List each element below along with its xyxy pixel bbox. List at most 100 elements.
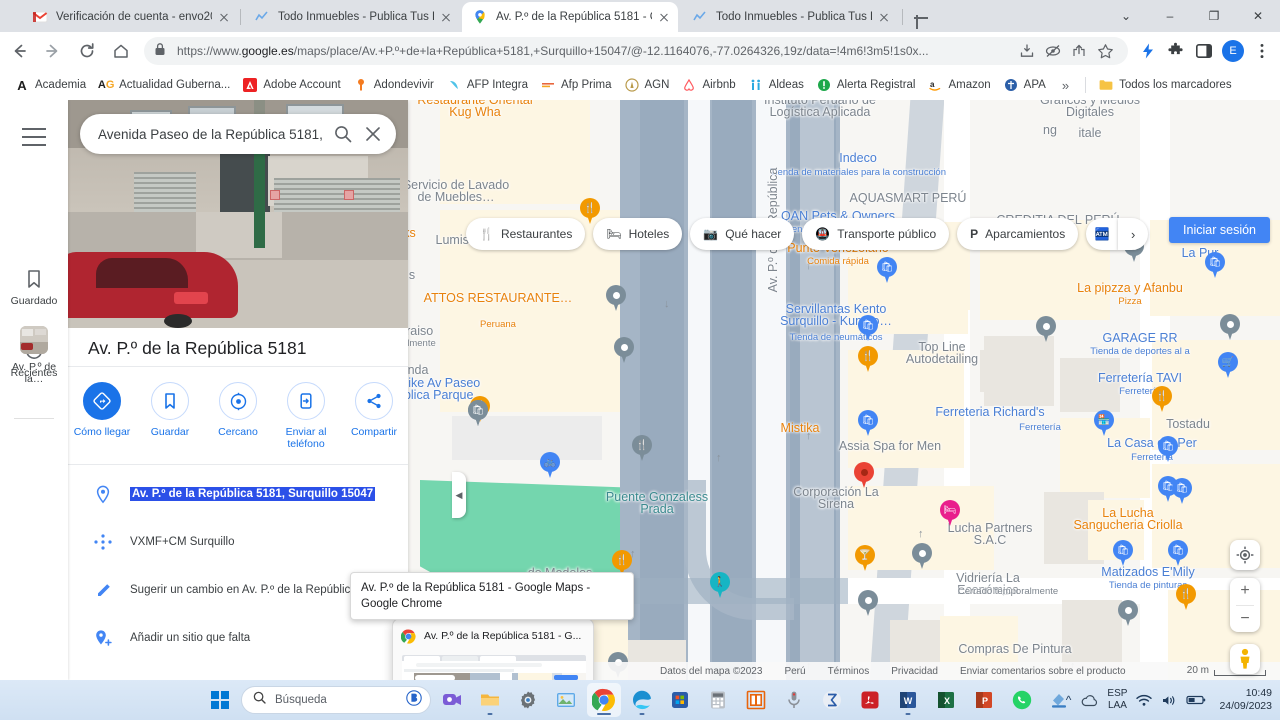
bookmark-adobe[interactable]: Adobe Account [236, 73, 346, 97]
map-pin-creditia[interactable] [1220, 314, 1240, 341]
language-indicator[interactable]: ESP LAA [1107, 688, 1127, 712]
back-button[interactable] [4, 36, 34, 66]
volume-icon[interactable] [1161, 694, 1177, 707]
footer-privacy[interactable]: Privacidad [891, 666, 938, 677]
info-row-add-business[interactable]: Añadir tu empresa [68, 662, 408, 680]
taskbar-item-word[interactable]: W [891, 683, 925, 717]
taskbar-item-math[interactable] [815, 683, 849, 717]
bookmark-agn[interactable]: AGN [618, 73, 676, 97]
map-pin-selected[interactable] [854, 462, 874, 489]
taskbar-item-edge[interactable] [625, 683, 659, 717]
footer-terms[interactable]: Términos [828, 666, 870, 677]
map-pin-ferreteria-blue[interactable]: 🛍 [1172, 478, 1192, 505]
search-input[interactable]: Avenida Paseo de la República 5181, [98, 127, 328, 142]
taskbar-item-whatsapp[interactable] [1005, 683, 1039, 717]
map-pin-hotel-pink[interactable]: 🛏 [940, 500, 960, 527]
install-icon[interactable] [1014, 38, 1040, 64]
map-pin-mistika[interactable]: 🍸 [855, 545, 875, 572]
bing-copilot-icon[interactable] [406, 689, 422, 711]
chip-hoteles[interactable]: 🛏 Hoteles [593, 218, 683, 250]
address-bar[interactable]: https://www.google.es/maps/place/Av.+P.º… [144, 37, 1128, 65]
sign-in-button[interactable]: Iniciar sesión [1169, 217, 1270, 243]
taskbar-clock[interactable]: 10:49 24/09/2023 [1215, 687, 1272, 713]
close-icon[interactable] [358, 119, 388, 149]
taskbar-item-acrobat[interactable] [853, 683, 887, 717]
action-enviar-al-telefono[interactable]: Enviar al teléfono [272, 382, 340, 450]
map-pin-corporacion-la-sirena[interactable] [858, 590, 878, 617]
taskbar-item-settings[interactable] [511, 683, 545, 717]
close-icon[interactable] [216, 9, 232, 25]
map-pin-la-pur[interactable]: 🛒 [1218, 352, 1238, 379]
bookmark-amazon[interactable]: a Amazon [921, 73, 996, 97]
chip-cajeros[interactable]: 🏧 [1086, 218, 1119, 250]
map-pin-servillantas[interactable]: 🛍 [858, 410, 878, 437]
taskbar-item-excel[interactable]: X [929, 683, 963, 717]
map-pin-citybike[interactable]: 🚲 [540, 452, 560, 479]
extension-lightning-icon[interactable] [1134, 36, 1162, 66]
browser-tab-3[interactable]: Av. P.º de la República 5181 - Go [462, 2, 678, 32]
chip-transporte-publico[interactable]: 🚇 Transporte público [802, 218, 950, 250]
action-como-llegar[interactable]: Cómo llegar [68, 382, 136, 450]
street-view-pegman-button[interactable] [1230, 644, 1260, 674]
map-pin-punto-venezolano[interactable]: 🍴 [858, 346, 878, 373]
map-pin-qan-pets[interactable]: 🛍 [858, 315, 878, 342]
map-pin-aquasmart[interactable] [1036, 316, 1056, 343]
chip-aparcamientos[interactable]: P Aparcamientos [957, 218, 1079, 250]
taskbar-window-preview[interactable]: Av. P.º de la República 5181 - G... [392, 618, 594, 680]
panel-collapse-button[interactable]: ◀ [452, 472, 466, 518]
minimize-button[interactable]: – [1148, 0, 1192, 32]
info-row-address[interactable]: Av. P.º de la República 5181, Surquillo … [68, 470, 408, 518]
close-window-button[interactable]: ✕ [1236, 0, 1280, 32]
taskbar-item-store[interactable] [663, 683, 697, 717]
bookmark-airbnb[interactable]: Airbnb [675, 73, 741, 97]
bookmark-star-icon[interactable] [1092, 38, 1118, 64]
chip-restaurantes[interactable]: 🍴 Restaurantes [466, 218, 586, 250]
action-cercano[interactable]: Cercano [204, 382, 272, 450]
taskbar-item-file-explorer[interactable] [473, 683, 507, 717]
zoom-out-button[interactable]: − [1230, 606, 1260, 633]
bookmark-afp-integra[interactable]: AFP Integra [440, 73, 534, 97]
taskbar-item-powerpoint[interactable]: P [967, 683, 1001, 717]
map-pin-grey-left[interactable]: 🛍 [468, 400, 488, 427]
map-pin-la-lucha[interactable]: 🍴 [1176, 584, 1196, 611]
rail-recent-thumbnail[interactable] [20, 326, 48, 354]
bookmark-aldeas[interactable]: Aldeas [742, 73, 810, 97]
side-panel-icon[interactable] [1190, 36, 1218, 66]
maximize-button[interactable]: ❐ [1192, 0, 1236, 32]
taskbar-item-calculator[interactable] [701, 683, 735, 717]
menu-icon[interactable] [22, 128, 46, 146]
tracking-blocked-icon[interactable] [1040, 38, 1066, 64]
onedrive-icon[interactable] [1080, 694, 1098, 707]
map-pin-puente-gonzales-prada[interactable]: 🚶 [710, 572, 730, 599]
taskbar-item-recorder[interactable] [777, 683, 811, 717]
map-pin-top-line[interactable]: 🏪 [1094, 410, 1114, 437]
battery-icon[interactable] [1186, 694, 1206, 706]
my-location-button[interactable] [1230, 540, 1260, 570]
map-pin-la-pipzza[interactable]: 🍴 [1152, 386, 1172, 413]
map-pin-lucha-partners[interactable] [1118, 600, 1138, 627]
bookmark-academia[interactable]: A Academia [8, 73, 92, 97]
taskbar-item-chrome[interactable] [587, 683, 621, 717]
browser-tab-4[interactable]: Todo Inmuebles - Publica Tus Pr [682, 2, 898, 32]
chips-next-button[interactable]: › [1118, 218, 1149, 250]
share-icon[interactable] [1066, 38, 1092, 64]
info-row-add-place[interactable]: Añadir un sitio que falta [68, 614, 408, 662]
close-icon[interactable] [656, 9, 672, 25]
map-pin-la-casa-del-per[interactable]: 🛍 [1168, 540, 1188, 567]
footer-feedback[interactable]: Enviar comentarios sobre el producto [960, 666, 1126, 677]
bookmarks-overflow-button[interactable]: » [1052, 73, 1079, 97]
close-icon[interactable] [438, 9, 454, 25]
zoom-in-button[interactable]: + [1230, 578, 1260, 605]
taskbar-item-app-orange[interactable] [739, 683, 773, 717]
action-compartir[interactable]: Compartir [340, 382, 408, 450]
bookmark-afp-prima[interactable]: Afp Prima [534, 73, 618, 97]
maps-search-box[interactable]: Avenida Paseo de la República 5181, [80, 114, 396, 154]
map-pin-store-top[interactable]: 🛍 [1205, 252, 1225, 279]
browser-tab-2[interactable]: Todo Inmuebles - Publica Tus Pr [244, 2, 460, 32]
start-button[interactable] [203, 683, 237, 717]
browser-tab-1[interactable]: Verificación de cuenta - envo2013( [22, 2, 238, 32]
tab-search-dropdown-button[interactable]: ⌄ [1104, 0, 1148, 32]
search-icon[interactable] [328, 119, 358, 149]
taskbar-search-box[interactable]: Búsqueda [241, 686, 431, 714]
action-guardar[interactable]: Guardar [136, 382, 204, 450]
